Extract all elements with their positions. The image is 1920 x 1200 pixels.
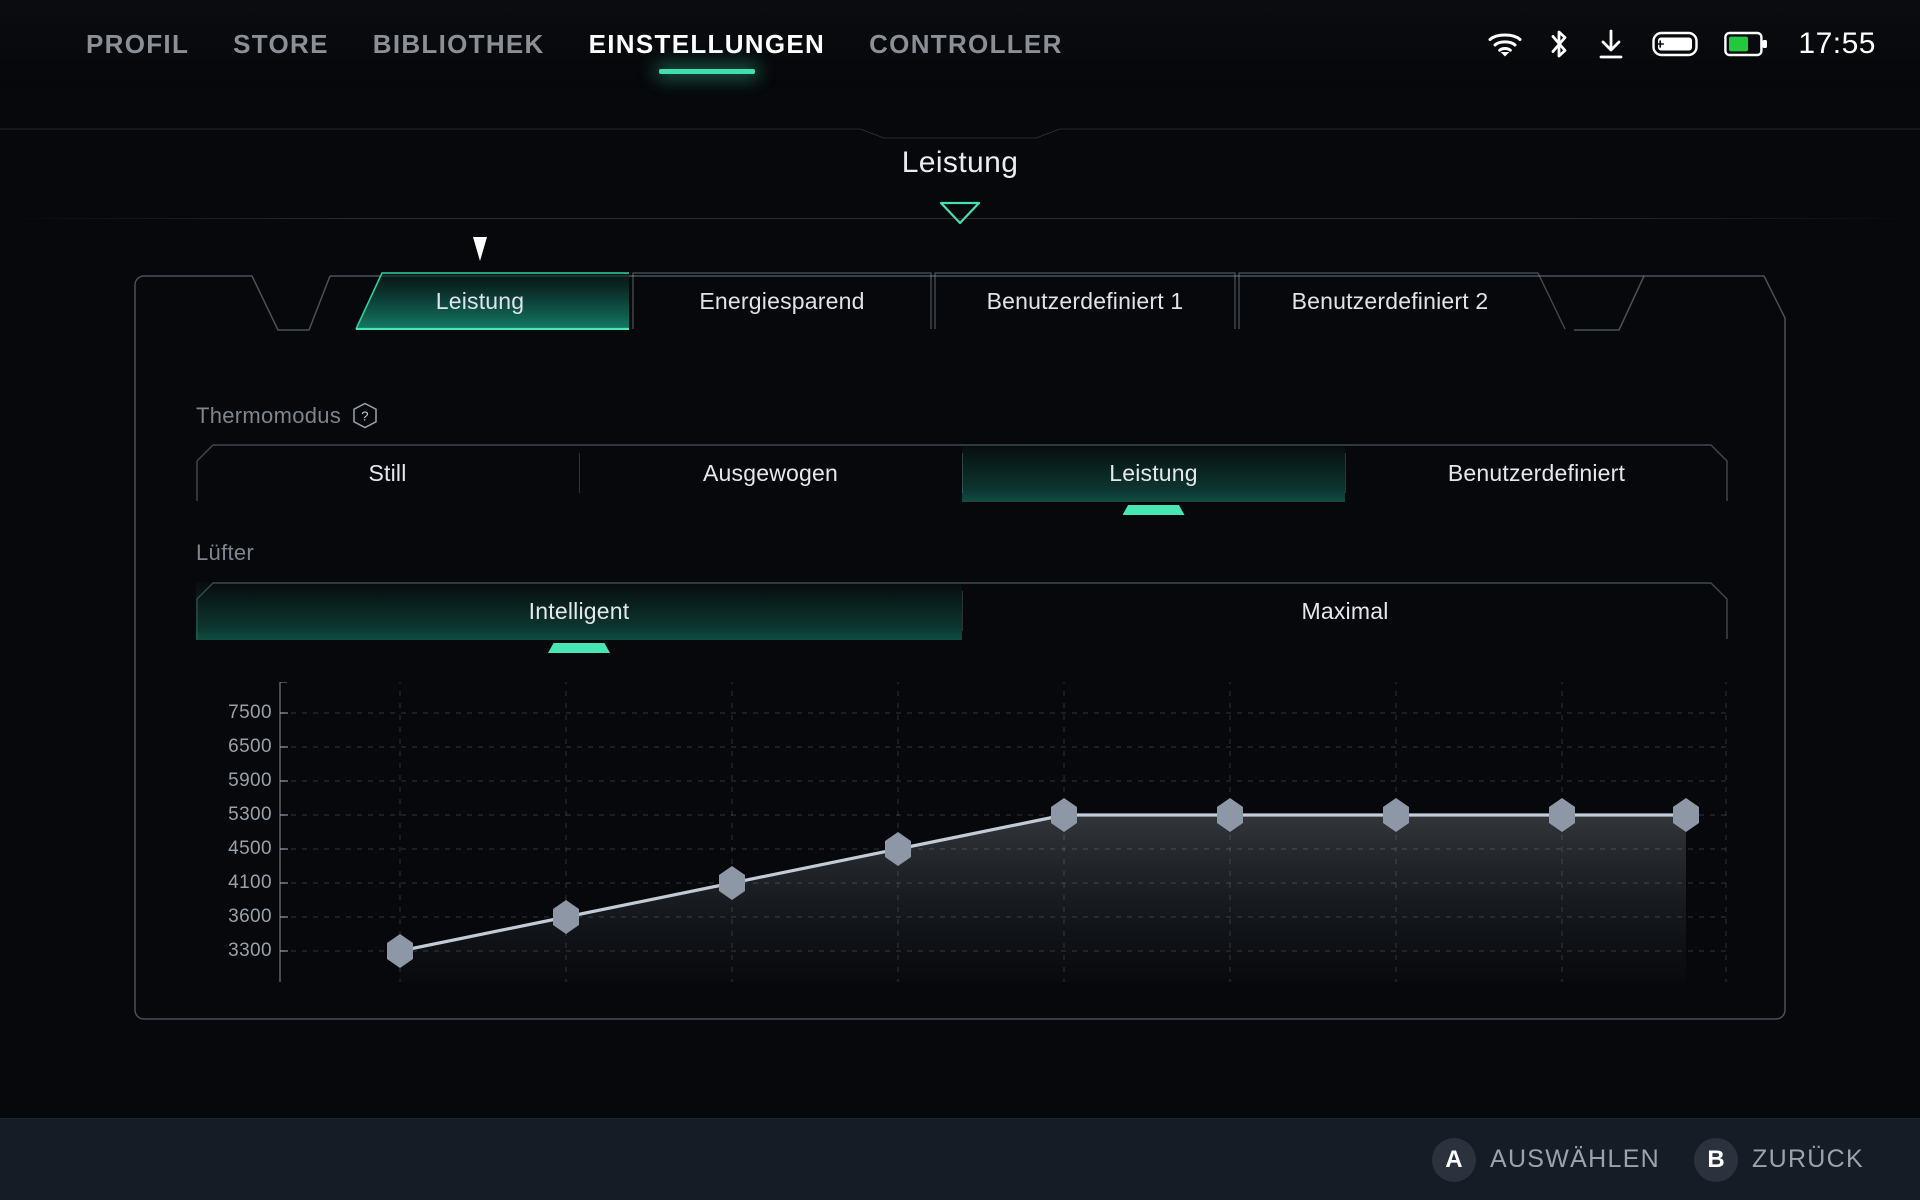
thermal-option-still[interactable]: Still [196,444,579,502]
fan-label: Lüfter [196,540,254,566]
help-hexagon-icon[interactable]: ? [352,402,378,429]
svg-text:?: ? [361,409,369,424]
segment-label: Ausgewogen [703,460,838,487]
profile-tabs: Leistung Energiesparend Benutzerdefi [330,272,1610,330]
thermal-option-ausgewogen[interactable]: Ausgewogen [579,444,962,502]
header-divider [0,218,1920,219]
top-bar: PROFIL STORE BIBLIOTHEK EINSTELLUNGEN CO… [0,0,1920,88]
tab-benutzerdefiniert-1[interactable]: Benutzerdefiniert 1 [934,272,1236,330]
footer-button-label: AUSWÄHLEN [1490,1145,1660,1174]
thermal-option-leistung[interactable]: Leistung [962,444,1345,502]
nav-active-underline [659,69,755,74]
download-icon [1596,28,1626,60]
tab-label: Energiesparend [699,288,864,315]
thermal-mode-label: Thermomodus ? [196,402,378,429]
fan-option-maximal[interactable]: Maximal [962,582,1728,640]
y-tick-label: 4100 [196,872,272,894]
nav-item-store[interactable]: STORE [233,0,329,88]
segment-selected-indicator [548,643,610,653]
tab-benutzerdefiniert-2[interactable]: Benutzerdefiniert 2 [1238,272,1568,330]
segment-divider [962,453,963,493]
tab-selection-caret [330,234,630,264]
y-tick-label: 4500 [196,838,272,860]
chart-plot [278,682,1728,1002]
footer-button-label: ZURÜCK [1752,1145,1864,1174]
chart-area-fill [400,815,1686,982]
settings-panel: Leistung Energiesparend Benutzerdefi [134,262,1786,1020]
y-tick-label: 7500 [196,702,272,724]
fan-curve-chart[interactable]: 7500 6500 5900 5300 4500 4100 3600 3300 [196,682,1728,1002]
nav-item-profil[interactable]: PROFIL [86,0,189,88]
footer-button-select[interactable]: A AUSWÄHLEN [1432,1138,1660,1182]
tab-label: Benutzerdefiniert 2 [1292,288,1489,315]
thermal-option-benutzerdefiniert[interactable]: Benutzerdefiniert [1345,444,1728,502]
tab-label: Benutzerdefiniert 1 [987,288,1184,315]
thermal-label-text: Thermomodus [196,403,341,429]
nav-label: CONTROLLER [869,29,1063,60]
nav-label: BIBLIOTHEK [373,29,545,60]
y-tick-label: 3300 [196,940,272,962]
fan-option-intelligent[interactable]: Intelligent [196,582,962,640]
tab-leistung[interactable]: Leistung [330,272,630,330]
nav-item-bibliothek[interactable]: BIBLIOTHEK [373,0,545,88]
clock: 17:55 [1798,27,1876,61]
segment-label: Benutzerdefiniert [1448,460,1625,487]
app-root: PROFIL STORE BIBLIOTHEK EINSTELLUNGEN CO… [0,0,1920,1200]
segment-label: Still [368,460,406,487]
status-bar: 17:55 [1488,0,1876,88]
nav-label: EINSTELLUNGEN [589,29,825,60]
segment-divider [579,453,580,493]
bluetooth-icon [1548,28,1570,60]
fan-label-text: Lüfter [196,540,254,566]
segment-label: Intelligent [529,598,630,625]
y-tick-label: 6500 [196,736,272,758]
y-tick-label: 5900 [196,770,272,792]
nav-item-controller[interactable]: CONTROLLER [869,0,1063,88]
y-tick-label: 3600 [196,906,272,928]
segment-divider [962,591,963,631]
y-tick-label: 5300 [196,804,272,826]
segment-selected-indicator [1123,505,1185,515]
wifi-icon [1488,31,1522,57]
button-badge-a: A [1432,1138,1476,1182]
footer-bar: A AUSWÄHLEN B ZURÜCK [0,1118,1920,1200]
thermal-mode-segmented-control: Still Ausgewogen Leistung Benutzerdefini… [196,444,1728,502]
nav-item-einstellungen[interactable]: EINSTELLUNGEN [589,0,825,88]
tab-energiesparend[interactable]: Energiesparend [632,272,932,330]
header-notch-decoration [0,128,1920,140]
page-title: Leistung [0,146,1920,180]
nav-label: STORE [233,29,329,60]
button-badge-b: B [1694,1138,1738,1182]
segment-label: Leistung [1109,460,1198,487]
controller-battery-icon [1652,29,1698,59]
triangle-down-icon[interactable] [938,200,982,231]
main-nav: PROFIL STORE BIBLIOTHEK EINSTELLUNGEN CO… [0,0,1063,88]
battery-icon [1724,30,1768,58]
footer-button-back[interactable]: B ZURÜCK [1694,1138,1864,1182]
nav-label: PROFIL [86,29,189,60]
fan-segmented-control: Intelligent Maximal [196,582,1728,640]
segment-divider [1345,453,1346,493]
segment-label: Maximal [1301,598,1388,625]
tab-label: Leistung [436,288,525,315]
